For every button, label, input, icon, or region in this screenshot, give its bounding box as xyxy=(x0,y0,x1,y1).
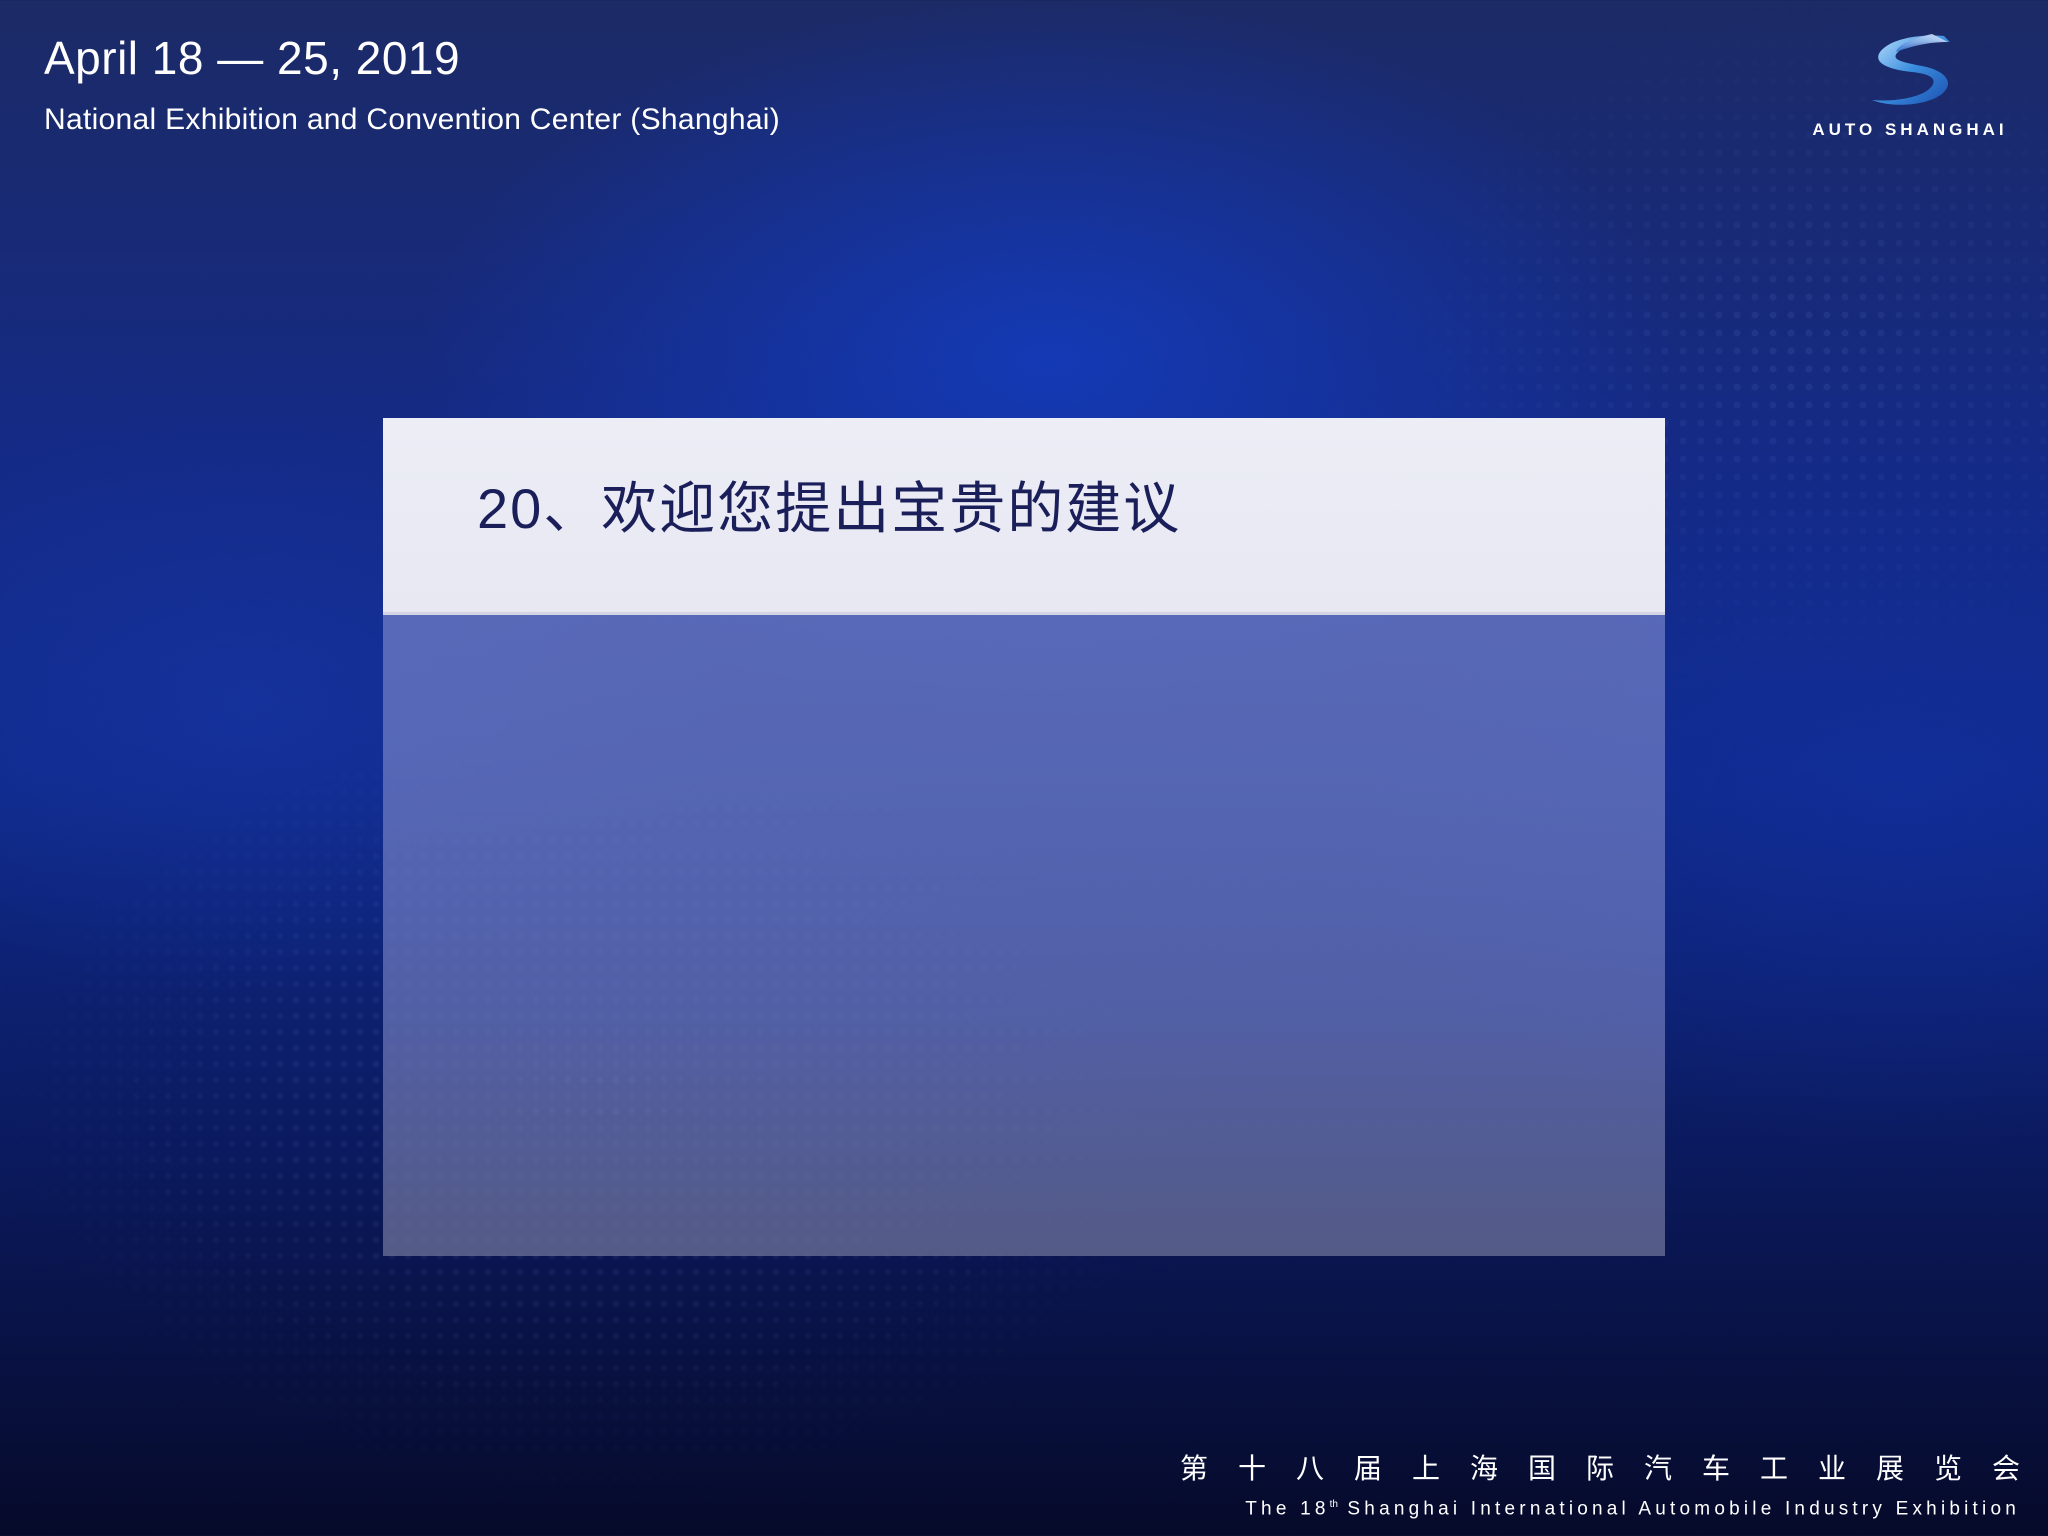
footer-english-title: The 18th Shanghai International Automobi… xyxy=(1245,1492,2020,1522)
panel-header: 20、欢迎您提出宝贵的建议 xyxy=(383,418,1665,615)
footer-english-suffix: Shanghai International Automobile Indust… xyxy=(1337,1498,2020,1520)
logo-text: AUTO SHANGHAI xyxy=(1812,120,2008,139)
auto-shanghai-s-logo-icon xyxy=(1862,30,1958,110)
content-panel: 20、欢迎您提出宝贵的建议 xyxy=(383,418,1665,1256)
event-venue: National Exhibition and Convention Cente… xyxy=(44,103,781,136)
footer-chinese-title: 第十八届上海国际汽车工业展览会 xyxy=(1179,1453,2048,1484)
panel-title: 20、欢迎您提出宝贵的建议 xyxy=(477,477,1182,540)
footer-english-prefix: The 18 xyxy=(1245,1498,1330,1520)
auto-shanghai-logo: AUTO SHANGHAI xyxy=(1800,30,2020,150)
panel-body xyxy=(383,615,1665,1256)
footer-english-ordinal: th xyxy=(1329,1499,1338,1510)
event-date: April 18 — 25, 2019 xyxy=(44,32,461,84)
